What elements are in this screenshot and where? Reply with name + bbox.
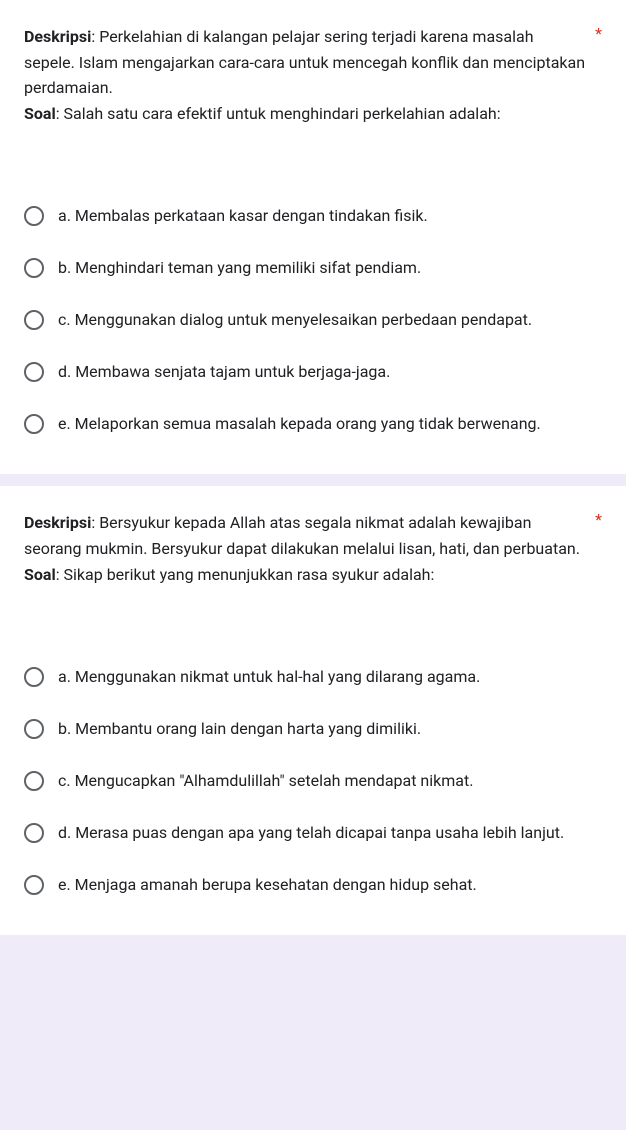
spacer <box>24 611 602 651</box>
desc-label: Deskripsi <box>24 27 91 46</box>
required-indicator: * <box>595 510 602 529</box>
radio-icon[interactable] <box>24 310 44 330</box>
option-row[interactable]: a. Membalas perkataan kasar dengan tinda… <box>24 190 602 242</box>
required-indicator: * <box>595 24 602 43</box>
soal-label: Soal <box>24 104 56 123</box>
option-label: e. Menjaga amanah berupa kesehatan denga… <box>58 873 602 897</box>
question-card: Deskripsi: Bersyukur kepada Allah atas s… <box>0 486 626 935</box>
option-row[interactable]: d. Merasa puas dengan apa yang telah dic… <box>24 807 602 859</box>
option-label: c. Mengucapkan "Alhamdulillah" setelah m… <box>58 769 602 793</box>
radio-icon[interactable] <box>24 667 44 687</box>
question-text: Deskripsi: Bersyukur kepada Allah atas s… <box>24 510 587 587</box>
radio-icon[interactable] <box>24 362 44 382</box>
soal-label: Soal <box>24 565 56 584</box>
soal-text: : Salah satu cara efektif untuk menghind… <box>56 104 501 123</box>
option-label: d. Membawa senjata tajam untuk berjaga-j… <box>58 360 602 384</box>
radio-icon[interactable] <box>24 875 44 895</box>
option-row[interactable]: c. Menggunakan dialog untuk menyelesaika… <box>24 294 602 346</box>
options-group: a. Membalas perkataan kasar dengan tinda… <box>24 190 602 450</box>
radio-icon[interactable] <box>24 771 44 791</box>
option-label: e. Melaporkan semua masalah kepada orang… <box>58 412 602 436</box>
options-group: a. Menggunakan nikmat untuk hal-hal yang… <box>24 651 602 911</box>
option-row[interactable]: b. Membantu orang lain dengan harta yang… <box>24 703 602 755</box>
radio-icon[interactable] <box>24 258 44 278</box>
soal-text: : Sikap berikut yang menunjukkan rasa sy… <box>56 565 435 584</box>
option-label: a. Menggunakan nikmat untuk hal-hal yang… <box>58 665 602 689</box>
option-label: d. Merasa puas dengan apa yang telah dic… <box>58 821 602 845</box>
radio-icon[interactable] <box>24 823 44 843</box>
option-row[interactable]: e. Menjaga amanah berupa kesehatan denga… <box>24 859 602 911</box>
radio-icon[interactable] <box>24 414 44 434</box>
spacer <box>24 150 602 190</box>
radio-icon[interactable] <box>24 206 44 226</box>
question-card: Deskripsi: Perkelahian di kalangan pelaj… <box>0 0 626 474</box>
option-row[interactable]: c. Mengucapkan "Alhamdulillah" setelah m… <box>24 755 602 807</box>
desc-text: : Bersyukur kepada Allah atas segala nik… <box>24 513 580 558</box>
option-row[interactable]: e. Melaporkan semua masalah kepada orang… <box>24 398 602 450</box>
option-label: c. Menggunakan dialog untuk menyelesaika… <box>58 308 602 332</box>
option-label: b. Membantu orang lain dengan harta yang… <box>58 717 602 741</box>
question-text: Deskripsi: Perkelahian di kalangan pelaj… <box>24 24 587 126</box>
desc-text: : Perkelahian di kalangan pelajar sering… <box>24 27 585 97</box>
option-label: a. Membalas perkataan kasar dengan tinda… <box>58 204 602 228</box>
desc-label: Deskripsi <box>24 513 91 532</box>
question-header: Deskripsi: Bersyukur kepada Allah atas s… <box>24 510 602 587</box>
option-row[interactable]: b. Menghindari teman yang memiliki sifat… <box>24 242 602 294</box>
option-row[interactable]: d. Membawa senjata tajam untuk berjaga-j… <box>24 346 602 398</box>
option-row[interactable]: a. Menggunakan nikmat untuk hal-hal yang… <box>24 651 602 703</box>
question-header: Deskripsi: Perkelahian di kalangan pelaj… <box>24 24 602 126</box>
radio-icon[interactable] <box>24 719 44 739</box>
option-label: b. Menghindari teman yang memiliki sifat… <box>58 256 602 280</box>
